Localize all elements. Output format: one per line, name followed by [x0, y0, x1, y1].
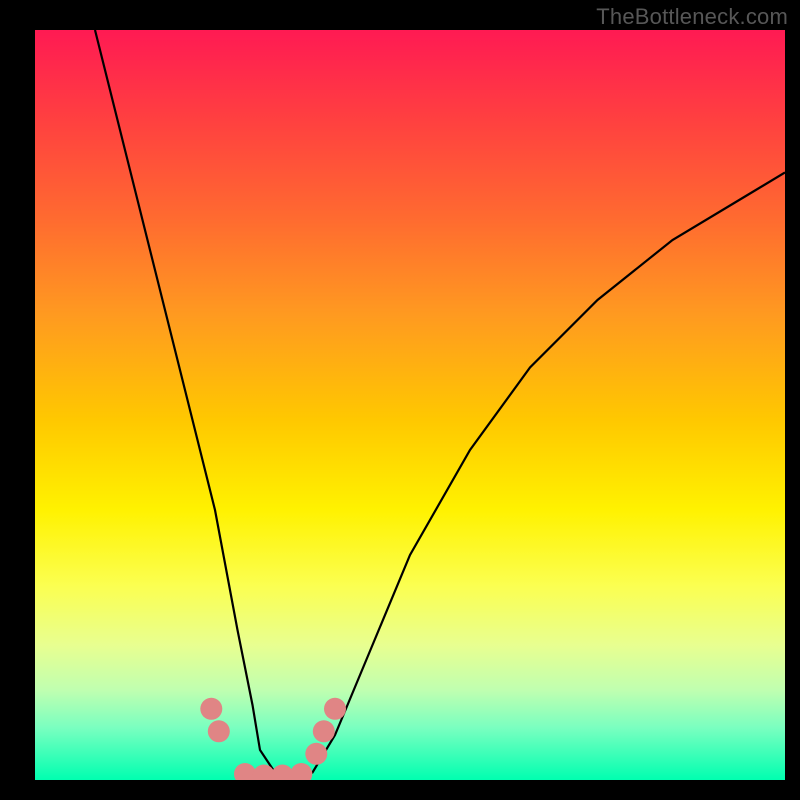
chart-marker — [313, 720, 335, 742]
chart-marker — [234, 763, 256, 780]
chart-marker — [290, 763, 312, 780]
chart-frame: TheBottleneck.com — [0, 0, 800, 800]
bottleneck-curve — [95, 30, 785, 776]
chart-marker — [253, 765, 275, 781]
chart-marker — [272, 765, 294, 781]
chart-marker — [305, 743, 327, 765]
watermark-text: TheBottleneck.com — [596, 4, 788, 30]
chart-marker — [324, 698, 346, 720]
chart-markers — [200, 698, 346, 780]
chart-marker — [208, 720, 230, 742]
chart-plot-area — [35, 30, 785, 780]
chart-marker — [200, 698, 222, 720]
chart-svg — [35, 30, 785, 780]
